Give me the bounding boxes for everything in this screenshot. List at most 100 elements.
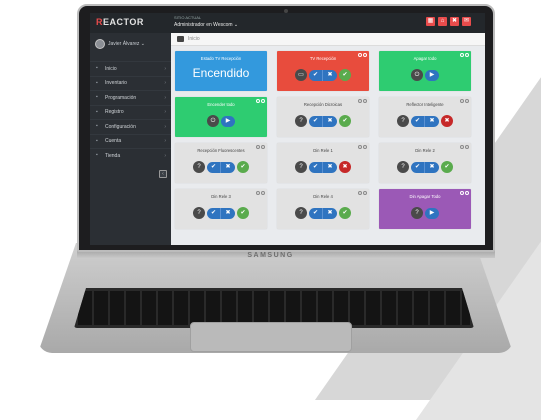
bulb-icon: ? bbox=[295, 115, 307, 127]
card-title: Din Rele 4 bbox=[313, 194, 333, 199]
on-button[interactable]: ✔ bbox=[309, 69, 323, 81]
bulb-icon: ? bbox=[295, 207, 307, 219]
card-din-apagar-todo: Din Apagar Todo ? ▶ bbox=[379, 189, 471, 229]
grid-icon[interactable]: ▦ bbox=[426, 17, 435, 26]
chevron-right-icon: › bbox=[164, 123, 166, 130]
on-button[interactable]: ✔ bbox=[207, 207, 221, 219]
mail-icon[interactable]: ✉ bbox=[462, 17, 471, 26]
chevron-right-icon: › bbox=[164, 65, 166, 72]
card-settings-icons[interactable] bbox=[256, 99, 265, 103]
off-button[interactable]: ✖ bbox=[323, 161, 337, 173]
bulb-icon: ? bbox=[411, 207, 423, 219]
card-settings-icons[interactable] bbox=[358, 99, 367, 103]
card-apagar-todo: Apagar todo ⏻ ▶ bbox=[379, 51, 471, 91]
card-settings-icons[interactable] bbox=[358, 191, 367, 195]
status-ok-icon: ✔ bbox=[441, 161, 453, 173]
device-grid: Estado TV Recepción Encendido TV Recepci… bbox=[175, 51, 481, 229]
sidebar-item-inventario[interactable]: ▪ Inventario › bbox=[90, 75, 171, 91]
bulb-icon: ? bbox=[397, 161, 409, 173]
off-button[interactable]: ✖ bbox=[323, 207, 337, 219]
close-icon[interactable]: ✖ bbox=[450, 17, 459, 26]
off-button[interactable]: ✖ bbox=[425, 161, 439, 173]
play-button[interactable]: ▶ bbox=[221, 115, 235, 127]
card-settings-icons[interactable] bbox=[256, 145, 265, 149]
card-recepcion-fluorescentes: Recepción Fluorescentes ? ✔ ✖ ✔ bbox=[175, 143, 267, 183]
card-din-rele-3: Din Rele 3 ? ✔ ✖ ✔ bbox=[175, 189, 267, 229]
card-title: Reflector Inteligente bbox=[406, 102, 444, 107]
play-button[interactable]: ▶ bbox=[425, 69, 439, 81]
on-button[interactable]: ✔ bbox=[309, 115, 323, 127]
sidebar-item-configuracion[interactable]: ▪ Configuración › bbox=[90, 119, 171, 134]
sidebar-item-registro[interactable]: ▪ Registro › bbox=[90, 104, 171, 120]
card-settings-icons[interactable] bbox=[460, 191, 469, 195]
bulb-icon: ? bbox=[397, 115, 409, 127]
card-tv-recepcion: TV Recepción ▭ ✔ ✖ ✔ bbox=[277, 51, 369, 91]
card-title: Estado TV Recepción bbox=[200, 56, 242, 61]
card-settings-icons[interactable] bbox=[460, 99, 469, 103]
power-icon: ⏻ bbox=[411, 69, 423, 81]
status-ok-icon: ✔ bbox=[339, 69, 351, 81]
off-button[interactable]: ✖ bbox=[221, 161, 235, 173]
status-ok-icon: ✔ bbox=[237, 207, 249, 219]
sidebar-item-cuenta[interactable]: ▪ Cuenta › bbox=[90, 133, 171, 149]
site-selector[interactable]: Administrador en Wescom ⌄ bbox=[174, 22, 238, 28]
inventory-icon: ▪ bbox=[96, 79, 98, 86]
on-button[interactable]: ✔ bbox=[309, 207, 323, 219]
user-menu[interactable]: Javier Álvarez ⌄ bbox=[95, 36, 145, 52]
card-title: Din Rele 1 bbox=[313, 148, 333, 153]
log-icon: ▪ bbox=[96, 108, 98, 115]
screen: REACTOR Sitio actual Administrador en We… bbox=[90, 13, 485, 245]
sidebar-item-tienda[interactable]: ▪ Tienda › bbox=[90, 148, 171, 163]
off-button[interactable]: ✖ bbox=[323, 69, 337, 81]
home-icon[interactable]: ⌂ bbox=[438, 17, 447, 26]
on-button[interactable]: ✔ bbox=[207, 161, 221, 173]
off-button[interactable]: ✖ bbox=[323, 115, 337, 127]
chevron-right-icon: › bbox=[164, 152, 166, 159]
card-settings-icons[interactable] bbox=[358, 145, 367, 149]
app-logo[interactable]: REACTOR bbox=[96, 17, 144, 27]
card-settings-icons[interactable] bbox=[256, 191, 265, 195]
status-ok-icon: ✔ bbox=[339, 207, 351, 219]
bulb-icon: ? bbox=[193, 207, 205, 219]
chevron-right-icon: › bbox=[164, 138, 166, 145]
sidebar-menu: ▪ Inicio › ▪ Inventario › ▪ Programación › ▪ Re… bbox=[90, 61, 171, 163]
breadcrumb: Inicio bbox=[171, 33, 485, 46]
card-settings-icons[interactable] bbox=[460, 53, 469, 57]
sidebar-item-programacion[interactable]: ▪ Programación › bbox=[90, 90, 171, 105]
card-title: Din Rele 3 bbox=[211, 194, 231, 199]
store-icon: ▪ bbox=[96, 152, 98, 159]
gear-icon: ▪ bbox=[96, 123, 98, 130]
card-settings-icons[interactable] bbox=[460, 145, 469, 149]
schedule-icon: ▪ bbox=[96, 94, 98, 101]
off-button[interactable]: ✖ bbox=[221, 207, 235, 219]
card-reflector-inteligente: Reflector Inteligente ? ✔ ✖ ✖ bbox=[379, 97, 471, 137]
account-icon: ▪ bbox=[96, 137, 98, 144]
off-button[interactable]: ✖ bbox=[425, 115, 439, 127]
breadcrumb-current: Inicio bbox=[188, 36, 200, 42]
sidebar: Javier Álvarez ⌄ ▪ Inicio › ▪ Inventario › ▪… bbox=[90, 33, 171, 245]
chevron-right-icon: › bbox=[164, 94, 166, 101]
card-settings-icons[interactable] bbox=[358, 53, 367, 57]
power-icon: ⏻ bbox=[207, 115, 219, 127]
status-ok-icon: ✔ bbox=[237, 161, 249, 173]
card-din-rele-2: Din Rele 2 ? ✔ ✖ ✔ bbox=[379, 143, 471, 183]
on-button[interactable]: ✔ bbox=[411, 161, 425, 173]
bulb-icon: ? bbox=[295, 161, 307, 173]
sidebar-item-inicio[interactable]: ▪ Inicio › bbox=[90, 61, 171, 76]
card-title: Din Apagar Todo bbox=[409, 194, 441, 199]
touchpad bbox=[190, 322, 352, 352]
on-button[interactable]: ✔ bbox=[309, 161, 323, 173]
status-value: Encendido bbox=[192, 66, 250, 80]
avatar bbox=[95, 39, 105, 49]
card-title: Din Rele 2 bbox=[415, 148, 435, 153]
laptop-brand: SAMSUNG bbox=[247, 252, 294, 259]
home-icon[interactable] bbox=[177, 36, 184, 42]
card-title: Recepción Dicroicas bbox=[303, 102, 343, 107]
card-title: Encender todo bbox=[207, 102, 235, 107]
bulb-icon: ? bbox=[193, 161, 205, 173]
chevron-right-icon: › bbox=[164, 109, 166, 116]
play-button[interactable]: ▶ bbox=[425, 207, 439, 219]
on-button[interactable]: ✔ bbox=[411, 115, 425, 127]
sidebar-collapse-button[interactable]: ‹ bbox=[159, 170, 167, 178]
status-error-icon: ✖ bbox=[441, 115, 453, 127]
